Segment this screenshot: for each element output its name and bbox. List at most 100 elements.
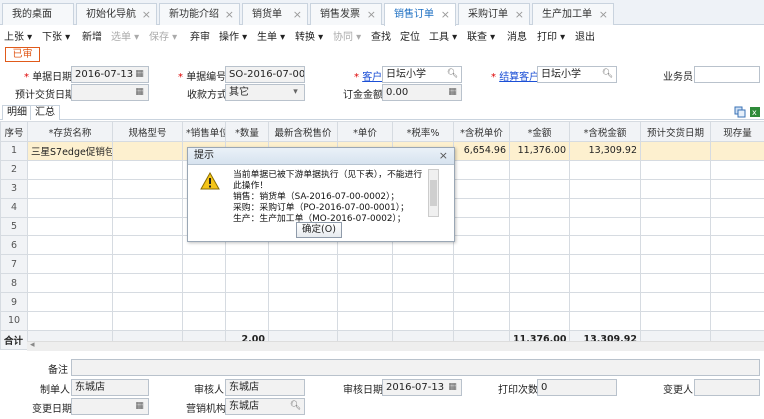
convert-button[interactable]: 转换 ▾ [295, 28, 323, 43]
col-header[interactable]: 最新含税售价 [268, 121, 338, 142]
table-cell[interactable] [182, 311, 226, 331]
table-cell[interactable] [392, 254, 454, 275]
col-header[interactable]: *存货名称 [27, 121, 113, 142]
table-cell[interactable] [509, 197, 570, 218]
table-cell[interactable] [112, 311, 183, 331]
table-cell[interactable] [112, 273, 183, 294]
calendar-icon[interactable]: ▦ [133, 68, 146, 81]
table-row[interactable]: 7 [0, 254, 764, 275]
close-icon[interactable]: × [293, 4, 302, 25]
chevron-down-icon[interactable]: ▾ [289, 86, 302, 99]
table-cell[interactable]: 三星S7edge促销包 [27, 141, 113, 161]
table-cell[interactable] [112, 254, 183, 275]
tab-desktop[interactable]: 我的桌面 [2, 3, 74, 25]
settle-customer-field[interactable]: 日坛小学 🔍︎ [537, 66, 617, 83]
col-header[interactable]: *销售单位 [182, 121, 226, 142]
table-cell[interactable] [569, 159, 641, 180]
table-cell[interactable] [27, 311, 113, 331]
table-cell[interactable] [392, 311, 454, 331]
table-cell[interactable] [27, 235, 113, 256]
col-header[interactable]: *单价 [337, 121, 393, 142]
col-header[interactable]: *税率% [392, 121, 454, 142]
col-header[interactable]: *含税金额 [569, 121, 641, 142]
table-row[interactable]: 8 [0, 273, 764, 294]
table-cell[interactable] [710, 311, 764, 331]
table-cell[interactable] [27, 273, 113, 294]
col-header[interactable]: *数量 [225, 121, 269, 142]
close-icon[interactable]: × [599, 4, 608, 25]
table-cell[interactable] [710, 197, 764, 218]
tab-summary[interactable]: 汇总 [30, 105, 60, 120]
table-cell[interactable] [268, 254, 338, 275]
prev-button[interactable]: 上张 ▾ [4, 28, 32, 43]
table-cell[interactable] [182, 292, 226, 313]
table-cell[interactable] [640, 141, 711, 161]
dialog-scrollbar[interactable] [428, 169, 439, 217]
table-cell[interactable] [225, 273, 269, 294]
table-cell[interactable] [640, 273, 711, 294]
search-icon[interactable]: 🔍︎ [601, 68, 614, 81]
table-cell[interactable] [112, 216, 183, 237]
table-cell[interactable] [509, 292, 570, 313]
table-cell[interactable] [509, 216, 570, 237]
tab-production-order[interactable]: 生产加工单 × [532, 3, 614, 25]
paymethod-select[interactable]: 其它 ▾ [225, 84, 305, 101]
table-cell[interactable] [710, 141, 764, 161]
close-icon[interactable]: × [441, 4, 450, 25]
table-cell[interactable] [453, 311, 510, 331]
table-cell[interactable] [569, 216, 641, 237]
deposit-field[interactable]: 0.00 ▦ [382, 84, 462, 101]
scroll-left-icon[interactable]: ◂ [30, 340, 35, 350]
table-cell[interactable] [640, 292, 711, 313]
select-button[interactable]: 选单 ▾ [111, 28, 139, 43]
operate-button[interactable]: 操作 ▾ [219, 28, 247, 43]
tab-sales-order[interactable]: 销售订单 × [384, 3, 456, 26]
table-cell[interactable] [569, 292, 641, 313]
table-cell[interactable] [509, 159, 570, 180]
table-cell[interactable] [509, 254, 570, 275]
table-cell[interactable] [569, 178, 641, 199]
table-cell[interactable] [112, 159, 183, 180]
table-cell[interactable] [509, 311, 570, 331]
find-button[interactable]: 查找 [371, 28, 391, 43]
table-cell[interactable] [27, 216, 113, 237]
col-header[interactable]: *含税单价 [453, 121, 510, 142]
table-cell[interactable] [27, 292, 113, 313]
collab-button[interactable]: 协同 ▾ [333, 28, 361, 43]
table-cell[interactable] [112, 292, 183, 313]
table-row[interactable]: 10 [0, 311, 764, 331]
table-cell[interactable] [453, 159, 510, 180]
table-cell[interactable] [225, 311, 269, 331]
table-cell[interactable] [640, 178, 711, 199]
horizontal-scrollbar[interactable]: ◂ [27, 340, 764, 351]
next-button[interactable]: 下张 ▾ [42, 28, 70, 43]
col-header[interactable]: 现存量 [710, 121, 764, 142]
table-cell[interactable] [453, 292, 510, 313]
table-cell[interactable] [337, 292, 393, 313]
close-icon[interactable]: × [367, 4, 376, 25]
tools-button[interactable]: 工具 ▾ [429, 28, 457, 43]
new-button[interactable]: 新增 [82, 28, 102, 43]
table-cell[interactable] [453, 197, 510, 218]
query-button[interactable]: 联查 ▾ [467, 28, 495, 43]
table-cell[interactable] [509, 235, 570, 256]
tab-sales-invoice[interactable]: 销售发票 × [310, 3, 382, 25]
table-cell[interactable] [640, 311, 711, 331]
table-cell[interactable] [569, 254, 641, 275]
tab-detail[interactable]: 明细 [2, 105, 32, 120]
generate-button[interactable]: 生单 ▾ [257, 28, 285, 43]
table-cell[interactable] [509, 273, 570, 294]
table-cell[interactable] [710, 159, 764, 180]
salesman-field[interactable] [694, 66, 760, 83]
table-cell[interactable] [569, 273, 641, 294]
search-icon[interactable]: 🔍︎ [446, 68, 459, 81]
table-cell[interactable] [182, 254, 226, 275]
col-header[interactable]: 预计交货日期 [640, 121, 711, 142]
table-cell[interactable] [225, 292, 269, 313]
print-button[interactable]: 打印 ▾ [537, 28, 565, 43]
table-cell[interactable] [710, 235, 764, 256]
table-cell[interactable] [268, 311, 338, 331]
close-icon[interactable]: × [515, 4, 524, 25]
ok-button[interactable]: 确定(O) [296, 222, 342, 238]
save-button[interactable]: 保存 ▾ [149, 28, 177, 43]
